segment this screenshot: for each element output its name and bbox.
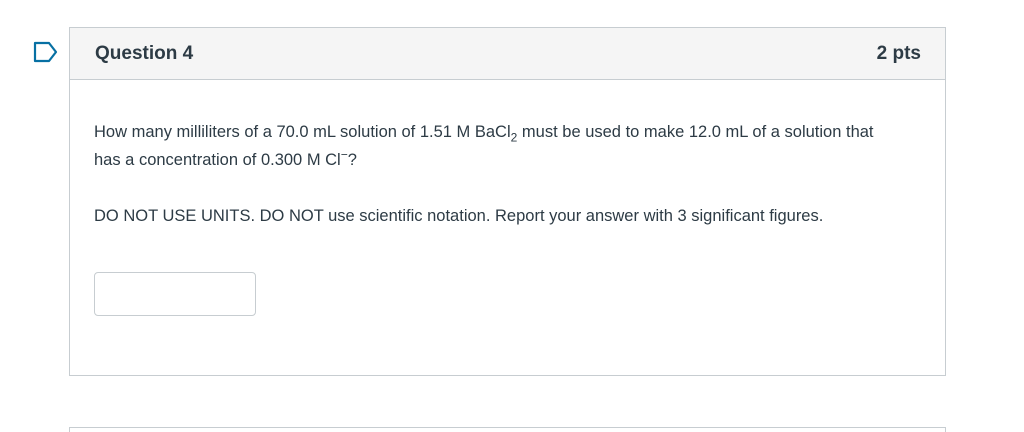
quiz-page: Question 4 2 pts How many milliliters of…: [0, 0, 1024, 432]
next-question-card: [69, 427, 946, 432]
question-instruction: DO NOT USE UNITS. DO NOT use scientific …: [94, 207, 824, 225]
question-text-superscript: −: [340, 147, 348, 162]
question-text-part-1: How many milliliters of a 70.0 mL soluti…: [94, 123, 511, 141]
question-points: 2 pts: [876, 42, 921, 64]
question-title: Question 4: [95, 42, 194, 64]
question-text-part-3: ?: [347, 151, 357, 169]
question-header: Question 4 2 pts: [70, 28, 945, 80]
question-body: How many milliliters of a 70.0 mL soluti…: [70, 80, 945, 316]
question-card: Question 4 2 pts How many milliliters of…: [69, 27, 946, 376]
answer-input[interactable]: [94, 272, 256, 316]
question-text: How many milliliters of a 70.0 mL soluti…: [94, 118, 884, 174]
bookmark-flag-icon[interactable]: [33, 41, 59, 63]
